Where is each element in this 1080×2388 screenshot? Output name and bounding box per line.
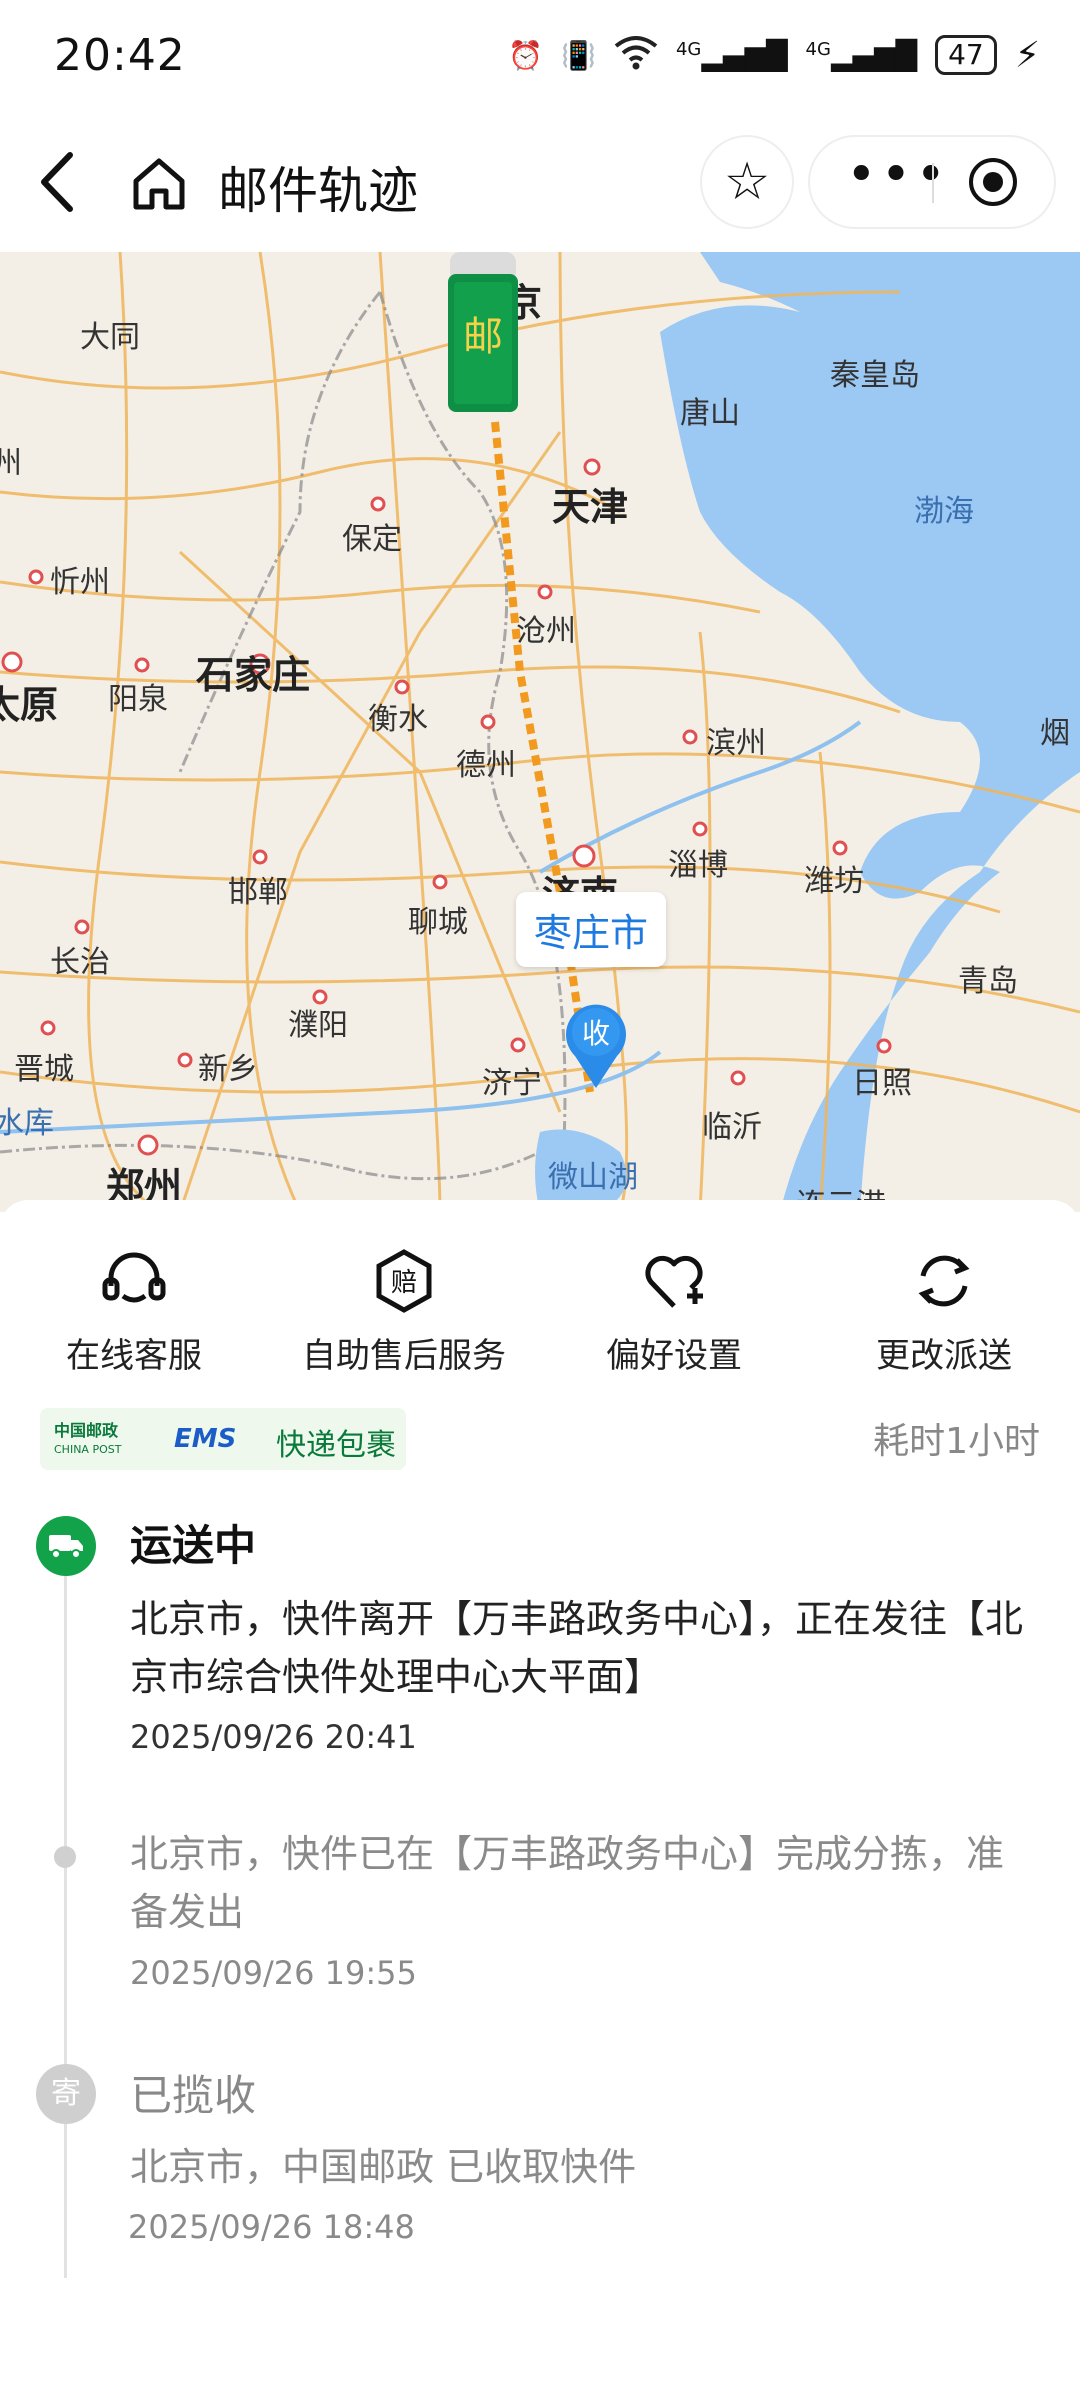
action-label: 偏好设置 [606, 1336, 742, 1376]
in-transit-truck-icon [36, 1516, 96, 1576]
map-city-label: 邯郸 [228, 875, 288, 910]
battery-indicator: 47 [935, 35, 997, 75]
map-city-label: 晋城 [14, 1052, 74, 1087]
map-city-label: 州 [0, 446, 22, 481]
map-city-label: 聊城 [408, 905, 468, 940]
carrier-badge: 中国邮政 CHINA POST EMS 快递包裹 [40, 1408, 406, 1470]
alarm-icon: ⏰ [508, 38, 544, 72]
map-city-label: 太原 [0, 683, 59, 727]
compensation-icon: 赔 [371, 1248, 437, 1314]
map-city-label: 阳泉 [108, 682, 168, 717]
tracking-sheet: 在线客服 赔 自助售后服务 偏好设置 更改派送 中国邮政 CHINA POST E… [0, 1200, 1080, 2388]
timeline-step-text: 北京市，快件已在【万丰路政务中心】完成分拣，准备发出 [130, 1832, 1005, 1934]
map-city-label: 忻州 [50, 565, 110, 600]
map-city-label: 德州 [456, 748, 516, 783]
timeline-dot [54, 1846, 76, 1868]
action-label: 在线客服 [66, 1336, 202, 1376]
action-bar: 在线客服 赔 自助售后服务 偏好设置 更改派送 [0, 1248, 1080, 1378]
map-city-label: 淄博 [668, 848, 728, 883]
signal-icon-2: 4G▂▄▆█ [805, 38, 918, 72]
map-city-label: 微山湖 [548, 1160, 638, 1195]
after-sales-button[interactable]: 赔 自助售后服务 [284, 1248, 524, 1378]
charging-icon: ⚡ [1014, 34, 1040, 76]
nav-bar: 邮件轨迹 ☆ ••• [0, 115, 1080, 255]
postal-truck-icon: 邮 [446, 252, 520, 414]
home-icon[interactable] [128, 153, 190, 215]
map-city-label: 济宁 [482, 1066, 542, 1101]
elapsed-duration: 耗时1小时 [873, 1421, 1040, 1462]
heart-plus-icon [641, 1248, 707, 1314]
service-type: 快递包裹 [276, 1428, 396, 1463]
capsule-divider [932, 163, 934, 203]
map-city-label: 临沂 [702, 1110, 762, 1145]
status-icons: ⏰ 📳 4G▂▄▆█ 4G▂▄▆█ 47 ⚡ [508, 30, 1040, 80]
svg-text:赔: 赔 [391, 1268, 417, 1298]
map-city-label: 新乡 [198, 1052, 258, 1087]
preference-button[interactable]: 偏好设置 [554, 1248, 794, 1378]
wifi-icon [614, 34, 658, 77]
timeline-step-text: 北京市，快件离开【万丰路政务中心】，正在发往【北京市综合快件处理中心大平面】 [130, 1597, 1024, 1699]
close-target-icon[interactable] [968, 157, 1018, 207]
favorite-star-icon[interactable]: ☆ [702, 137, 792, 227]
map-city-label: 日照 [852, 1066, 912, 1101]
map-city-label: 大同 [80, 320, 140, 355]
map-city-label: 青岛 [958, 964, 1018, 999]
map-city-label: 濮阳 [288, 1008, 348, 1043]
map-city-label: 烟 [1040, 716, 1070, 751]
page-title: 邮件轨迹 [218, 162, 418, 220]
map-city-label: 渤海 [914, 494, 974, 529]
timeline-step-time: 2025/09/26 18:48 [128, 2208, 415, 2246]
timeline-step-text: 北京市，中国邮政 已收取快件 [130, 2145, 637, 2189]
pin-label: 收 [582, 1017, 610, 1050]
map-city-label: 水库 [0, 1106, 54, 1141]
timeline-step-time: 2025/09/26 19:55 [130, 1954, 417, 1992]
china-post-logo: 中国邮政 CHINA POST [54, 1421, 122, 1456]
refresh-icon [911, 1248, 977, 1314]
timeline-step-time: 2025/09/26 20:41 [130, 1718, 417, 1756]
map-city-label: 沧州 [516, 614, 576, 649]
headset-icon [101, 1248, 167, 1314]
map-city-label: 衡水 [368, 702, 428, 737]
destination-label: 枣庄市 [516, 892, 667, 967]
timeline-step-title: 运送中 [130, 1521, 257, 1570]
map-city-label: 天津 [552, 485, 629, 529]
sender-icon: 寄 [36, 2064, 96, 2124]
timeline-line [64, 1538, 67, 2278]
receive-location-pin[interactable]: 收 [563, 1000, 629, 1090]
map-city-label: 唐山 [680, 396, 740, 431]
action-label: 更改派送 [876, 1336, 1012, 1376]
map-city-label: 石家庄 [196, 653, 311, 697]
map-city-label: 秦皇岛 [830, 358, 920, 393]
signal-icon-1: 4G▂▄▆█ [675, 38, 788, 72]
map-city-label: 长治 [50, 945, 110, 980]
map-city-label: 潍坊 [804, 864, 864, 899]
tracking-map[interactable]: 大同 秦皇岛 唐山 天津 渤海 保定 忻州 沧州 石家庄 阳泉 太原 衡水 德州… [0, 252, 1080, 1212]
map-city-label: 保定 [342, 522, 402, 557]
map-city-label: 滨州 [706, 726, 766, 761]
back-icon[interactable] [32, 147, 92, 223]
vibrate-icon: 📳 [561, 38, 596, 72]
change-delivery-button[interactable]: 更改派送 [824, 1248, 1064, 1378]
status-time: 20:42 [54, 30, 186, 81]
ems-logo: EMS [174, 1424, 237, 1454]
timeline-step-title: 已揽收 [130, 2071, 257, 2120]
mini-program-capsule: ••• [810, 137, 1054, 227]
status-bar: 20:42 ⏰ 📳 4G▂▄▆█ 4G▂▄▆█ 47 ⚡ [0, 0, 1080, 115]
more-icon[interactable]: ••• [846, 145, 950, 205]
svg-text:邮: 邮 [463, 314, 503, 360]
action-label: 自助售后服务 [302, 1336, 506, 1376]
online-service-button[interactable]: 在线客服 [14, 1248, 254, 1378]
